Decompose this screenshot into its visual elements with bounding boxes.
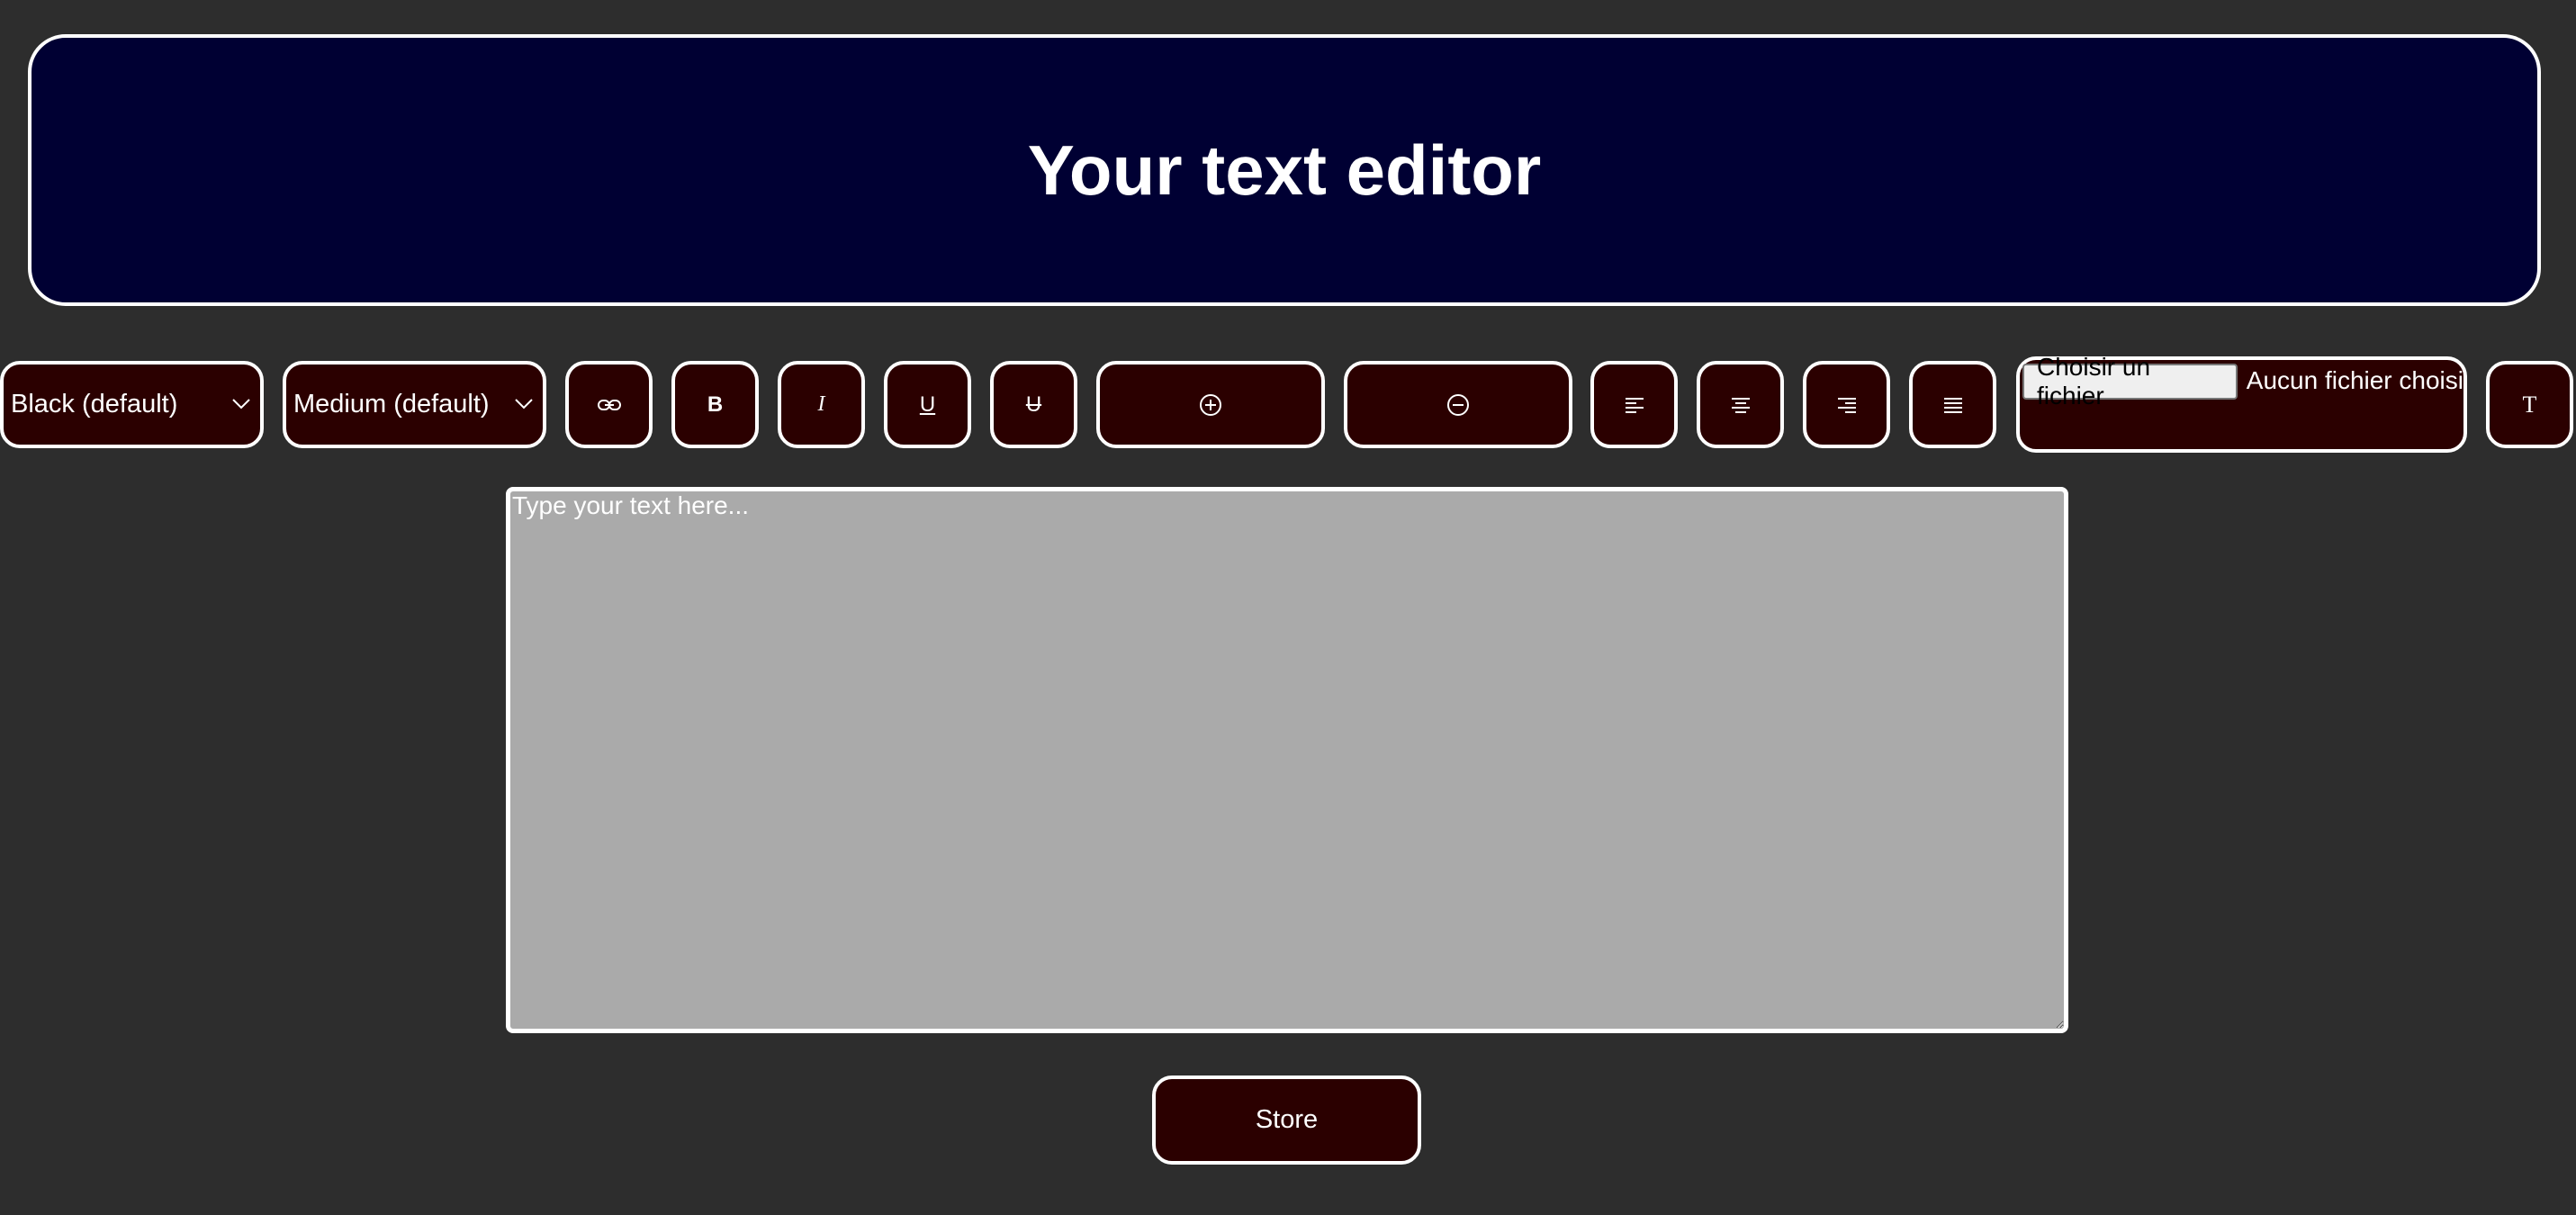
header-banner: Your text editor — [28, 34, 2541, 306]
increase-size-button[interactable] — [1096, 361, 1325, 448]
strikethrough-button[interactable]: U — [990, 361, 1077, 448]
align-center-button[interactable] — [1697, 361, 1784, 448]
chevron-down-icon — [232, 399, 250, 410]
minus-circle-icon — [1447, 393, 1469, 416]
italic-icon: I — [817, 392, 825, 416]
underline-icon: U — [919, 392, 936, 417]
text-color-select-value: Black (default) — [11, 390, 178, 418]
text-editor-area[interactable] — [506, 487, 2068, 1033]
align-right-icon — [1837, 397, 1856, 413]
plus-circle-icon — [1200, 393, 1221, 416]
align-right-button[interactable] — [1803, 361, 1890, 448]
align-justify-button[interactable] — [1909, 361, 1996, 448]
italic-button[interactable]: I — [778, 361, 865, 448]
font-size-select[interactable]: Medium (default) — [283, 361, 546, 448]
align-center-icon — [1731, 397, 1750, 413]
bold-button[interactable]: B — [671, 361, 759, 448]
underline-button[interactable]: U — [884, 361, 971, 448]
font-family-button[interactable]: T — [2486, 361, 2573, 448]
file-status-text: Aucun fichier choisi — [2246, 366, 2463, 394]
strikethrough-icon: U — [1025, 392, 1042, 417]
store-button[interactable]: Store — [1152, 1076, 1421, 1165]
decrease-size-button[interactable] — [1344, 361, 1572, 448]
text-color-select[interactable]: Black (default) — [0, 361, 264, 448]
align-left-icon — [1625, 397, 1644, 413]
choose-file-button[interactable]: Choisir un fichier — [2022, 353, 2238, 410]
chevron-down-icon — [515, 399, 533, 410]
page-title: Your text editor — [1027, 130, 1542, 210]
align-justify-icon — [1943, 397, 1962, 413]
link-icon — [597, 399, 621, 410]
text-type-icon: T — [2522, 391, 2537, 418]
font-size-select-value: Medium (default) — [293, 390, 490, 418]
align-left-button[interactable] — [1590, 361, 1678, 448]
file-input[interactable]: Choisir un fichier Aucun fichier choisi — [2016, 353, 2467, 453]
bold-icon: B — [707, 392, 724, 417]
insert-link-button[interactable] — [565, 361, 653, 448]
